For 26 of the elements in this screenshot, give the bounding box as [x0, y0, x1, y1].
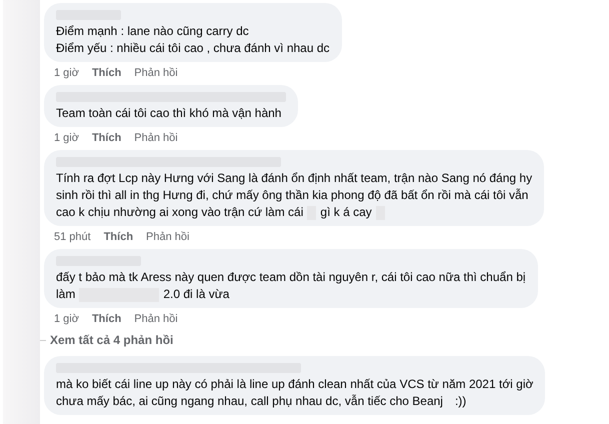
reply-link[interactable]: Phản hồi [146, 231, 190, 243]
reply-link[interactable]: Phản hồi [134, 67, 178, 79]
comment-text: làm [56, 286, 76, 303]
like-link[interactable]: Thích [92, 67, 122, 79]
view-replies-link[interactable]: Xem tất cả 4 phản hồi [50, 333, 174, 347]
like-link[interactable]: Thích [104, 231, 134, 243]
comment-text: gì k á cay [320, 204, 372, 221]
comment-text: Điểm mạnh : lane nào cũng carry dc [56, 23, 249, 40]
comment-text: sinh rồi thì all in thg Hưng đi, chứ mấy ông thần kia phong độ đã bất ổn rồi mà cái tôi vẫn [56, 187, 528, 204]
comment-time: 51 phút [54, 231, 91, 243]
comment-text: Điểm yếu : nhiều cái tôi cao , chưa đánh vì nhau dc [56, 40, 330, 57]
comment-text: Team toàn cái tôi cao thì khó mà vận hành [56, 105, 282, 122]
comment-time: 1 giờ [54, 67, 79, 79]
comment-text: chưa mấy bác, ai cũng ngang nhau, call phụ nhau dc, vẫn tiếc cho Beanj [56, 393, 443, 410]
reply-link[interactable]: Phản hồi [134, 313, 178, 325]
comment-text: mà ko biết cái line up này có phải là line up đánh clean nhất của VCS từ năm 2021 tới giờ [56, 376, 534, 393]
reply-link[interactable]: Phản hồi [134, 132, 178, 144]
comment-text: Tính ra đợt Lcp này Hưng với Sang là đánh ổn định nhất team, trận nào Sang nó đáng hy [56, 170, 532, 187]
like-link[interactable]: Thích [92, 313, 122, 325]
like-link[interactable]: Thích [92, 132, 122, 144]
comment-text: đấy t bảo mà tk Aress này quen được team dồn tài nguyên r, cái tôi cao nữa thì chuẩn bị [56, 269, 526, 286]
comment-text: 2.0 đi là vừa [163, 286, 230, 303]
comment-text: :)) [454, 393, 466, 410]
comment-time: 1 giờ [54, 132, 79, 144]
comment-text: cao k chịu nhường ai xong vào trận cứ làm cái [56, 204, 304, 221]
comment-time: 1 giờ [54, 313, 79, 325]
